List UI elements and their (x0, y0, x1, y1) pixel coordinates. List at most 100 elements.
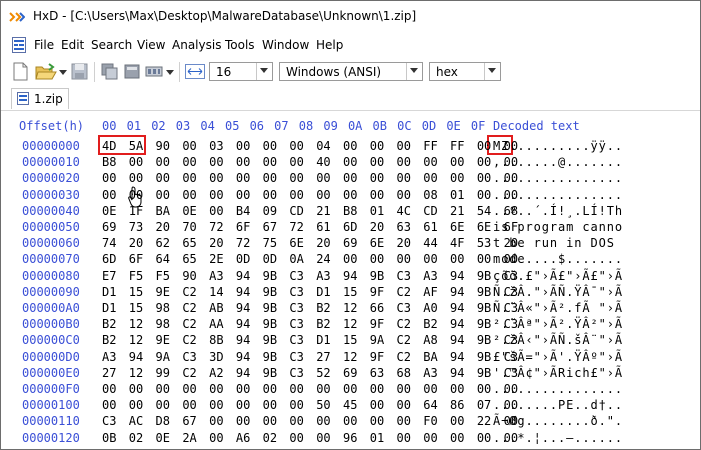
hex-row[interactable]: 00000120 0B 02 0E 2A 00 A6 02 00 00 96 01… (1, 431, 700, 447)
row-decoded-text[interactable]: £"šÃ="›Ã'.ŸÂº"›Ã (493, 350, 623, 364)
row-decoded-text[interactable]: ².˜Âª"›Ã².ŸÂ²"›Ã (493, 317, 623, 331)
row-bytes[interactable]: 74 20 62 65 20 72 75 6E 20 69 6E 20 44 4… (102, 236, 518, 250)
hex-row[interactable]: 00000050 69 73 20 70 72 6F 67 72 61 6D 20… (1, 220, 700, 236)
ram-dropdown-icon[interactable] (166, 70, 174, 75)
hex-row[interactable]: 000000F0 00 00 00 00 00 00 00 00 00 00 00… (1, 382, 700, 398)
row-decoded-text[interactable]: ².žÂ‹"›ÃÑ.šÂ¨"›Ã (493, 333, 623, 347)
menu-help[interactable]: Help (316, 38, 343, 52)
row-decoded-text[interactable]: ................ (493, 382, 623, 396)
menu-window[interactable]: Window (262, 38, 309, 52)
row-decoded-text[interactable]: çõõ.£"›Ã£"›Ã£"›Ã (493, 269, 623, 283)
menu-search[interactable]: Search (91, 38, 132, 52)
save-all-icon[interactable] (101, 63, 119, 80)
tab-label: 1.zip (34, 92, 63, 106)
charset-combo[interactable]: Windows (ANSI) (279, 62, 423, 81)
row-bytes[interactable]: 6D 6F 64 65 2E 0D 0D 0A 24 00 00 00 00 0… (102, 252, 518, 266)
row-bytes[interactable]: A3 94 9A C3 3D 94 9B C3 27 12 9F C2 BA 9… (102, 350, 518, 364)
column-header: 0E (446, 119, 461, 133)
row-bytes[interactable]: D1 15 9E C2 14 94 9B C3 D1 15 9F C2 AF 9… (102, 285, 518, 299)
hxd-window: HxD - [C:\Users\Max\Desktop\MalwareDatab… (0, 0, 701, 450)
row-decoded-text[interactable]: ,.......@....... (493, 155, 623, 169)
hex-editor[interactable]: Offset(h) 00 01 02 03 04 05 06 07 08 09 0A 0B 0C 0D 0E… (1, 111, 700, 449)
hex-row[interactable]: 00000110 C3 AC D8 67 00 00 00 00 00 00 00… (1, 414, 700, 430)
row-bytes[interactable]: 27 12 99 C2 A2 94 9B C3 52 69 63 68 A3 9… (102, 366, 518, 380)
new-file-icon[interactable] (13, 62, 29, 81)
row-bytes[interactable]: 00 00 00 00 00 00 00 00 00 00 00 00 00 0… (102, 171, 518, 185)
row-decoded-text[interactable]: Ã¬Øg........ð.". (493, 414, 623, 428)
row-decoded-text[interactable]: Ñ.žÂ."›ÃÑ.ŸÂ¯"›Ã (493, 285, 623, 299)
row-decoded-text[interactable]: t be run in DOS (493, 236, 623, 250)
row-offset: 00000110 (22, 414, 80, 429)
column-header: 02 (151, 119, 166, 133)
chevron-down-icon[interactable] (484, 63, 500, 80)
hex-row[interactable]: 000000A0 D1 15 98 C2 AB 94 9B C3 B2 12 66… (1, 301, 700, 317)
row-decoded-text[interactable]: ................ (493, 188, 623, 202)
row-bytes[interactable]: B8 00 00 00 00 00 00 00 40 00 00 00 00 0… (102, 155, 518, 169)
row-offset: 00000000 (22, 139, 80, 153)
hex-row[interactable]: 00000060 74 20 62 65 20 72 75 6E 20 69 6E… (1, 236, 700, 252)
column-header: 05 (224, 119, 240, 133)
row-bytes[interactable]: 0E 1F BA 0E 00 B4 09 CD 21 B8 01 4C CD 2… (102, 204, 518, 218)
hex-row[interactable]: 00000070 6D 6F 64 65 2E 0D 0D 0A 24 00 00… (1, 252, 700, 268)
row-decoded-text[interactable]: ..º..´.Í!¸.LÍ!Th (493, 204, 623, 218)
chevron-down-icon[interactable] (406, 63, 422, 80)
open-dropdown-icon[interactable] (59, 70, 67, 75)
offset-base-combo[interactable]: hex (429, 62, 501, 81)
row-bytes[interactable]: 00 00 00 00 00 00 00 00 50 45 00 00 64 8… (102, 398, 518, 412)
column-header: 0D (421, 119, 437, 133)
hex-row[interactable]: 00000040 0E 1F BA 0E 00 B4 09 CD 21 B8 01… (1, 204, 700, 220)
hex-row[interactable]: 000000D0 A3 94 9A C3 3D 94 9B C3 27 12 9F… (1, 350, 700, 366)
row-decoded-text[interactable]: mode....$....... (493, 252, 623, 266)
column-header: 06 (249, 119, 265, 133)
hex-row[interactable]: 00000030 00 00 00 00 00 00 00 00 00 00 00… (1, 188, 700, 204)
disk-editor-icon[interactable] (123, 63, 141, 80)
row-bytes[interactable]: C3 AC D8 67 00 00 00 00 00 00 00 00 F0 0… (102, 414, 518, 428)
tab-1-zip[interactable]: 1.zip (11, 88, 69, 109)
row-bytes[interactable]: 4D 5A 90 00 03 00 00 00 04 00 00 00 FF F… (102, 139, 518, 153)
menu-view[interactable]: View (137, 38, 165, 52)
column-header: 08 (298, 119, 314, 133)
row-offset: 00000080 (22, 268, 80, 283)
row-bytes[interactable]: 00 00 00 00 00 00 00 00 00 00 00 00 08 0… (102, 188, 518, 202)
row-bytes[interactable]: 69 73 20 70 72 6F 67 72 61 6D 20 63 61 6… (102, 220, 518, 234)
row-decoded-text[interactable]: ........PE..d†.. (493, 398, 623, 412)
hex-row[interactable]: 000000C0 B2 12 9E C2 8B 94 9B C3 D1 15 9A… (1, 333, 700, 349)
row-offset: 00000090 (22, 284, 80, 299)
row-offset: 000000E0 (22, 365, 80, 380)
ram-editor-icon[interactable] (145, 63, 163, 80)
menu-tools[interactable]: Tools (225, 38, 255, 52)
menu-edit[interactable]: Edit (61, 38, 84, 52)
document-menu-icon[interactable] (12, 37, 26, 53)
open-file-icon[interactable] (35, 63, 57, 81)
hex-row[interactable]: 00000080 E7 F5 F5 90 A3 94 9B C3 A3 94 9B… (1, 269, 700, 285)
hex-row[interactable]: 00000100 00 00 00 00 00 00 00 00 50 45 00… (1, 398, 700, 414)
bytes-per-row-icon (185, 64, 205, 79)
chevron-down-icon[interactable] (256, 63, 272, 80)
row-bytes[interactable]: 00 00 00 00 00 00 00 00 00 00 00 00 00 0… (102, 382, 518, 396)
row-decoded-text[interactable]: Ñ.˜Â«"›Ã².fÃ "›Ã (493, 301, 623, 315)
row-decoded-text[interactable]: ...*.¦...–...... (493, 431, 623, 445)
row-bytes[interactable]: B2 12 98 C2 AA 94 9B C3 B2 12 9F C2 B2 9… (102, 317, 518, 331)
row-decoded-text[interactable]: ................ (493, 171, 623, 185)
hex-row[interactable]: 00000020 00 00 00 00 00 00 00 00 00 00 00… (1, 171, 700, 187)
hex-row[interactable]: 000000E0 27 12 99 C2 A2 94 9B C3 52 69 63… (1, 366, 700, 382)
bytes-per-row-value: 16 (216, 65, 232, 79)
row-decoded-text[interactable]: MZ..........ÿÿ.. (493, 139, 623, 153)
hex-row[interactable]: 00000090 D1 15 9E C2 14 94 9B C3 D1 15 9F… (1, 285, 700, 301)
hex-row[interactable]: 000000B0 B2 12 98 C2 AA 94 9B C3 B2 12 9F… (1, 317, 700, 333)
menu-bar: File Edit Search View Analysis Tools Win… (1, 34, 700, 56)
menu-analysis[interactable]: Analysis (172, 38, 221, 52)
bytes-per-row-combo[interactable]: 16 (209, 62, 273, 81)
hex-row[interactable]: 00000000 4D 5A 90 00 03 00 00 00 04 00 00… (1, 139, 700, 155)
row-bytes[interactable]: 0B 02 0E 2A 00 A6 02 00 00 96 01 00 00 0… (102, 431, 518, 445)
toolbar-separator (179, 62, 180, 82)
row-bytes[interactable]: E7 F5 F5 90 A3 94 9B C3 A3 94 9B C3 A3 9… (102, 269, 518, 283)
row-bytes[interactable]: B2 12 9E C2 8B 94 9B C3 D1 15 9A C2 A8 9… (102, 333, 518, 347)
row-decoded-text[interactable]: '.™Â¢"›ÃRich£"›Ã (493, 366, 623, 380)
save-icon[interactable] (71, 63, 88, 80)
row-bytes[interactable]: D1 15 98 C2 AB 94 9B C3 B2 12 66 C3 A0 9… (102, 301, 518, 315)
row-decoded-text[interactable]: is program canno (493, 220, 623, 234)
menu-file[interactable]: File (34, 38, 54, 52)
hex-row[interactable]: 00000010 B8 00 00 00 00 00 00 00 40 00 00… (1, 155, 700, 171)
hxd-app-icon (9, 10, 25, 24)
